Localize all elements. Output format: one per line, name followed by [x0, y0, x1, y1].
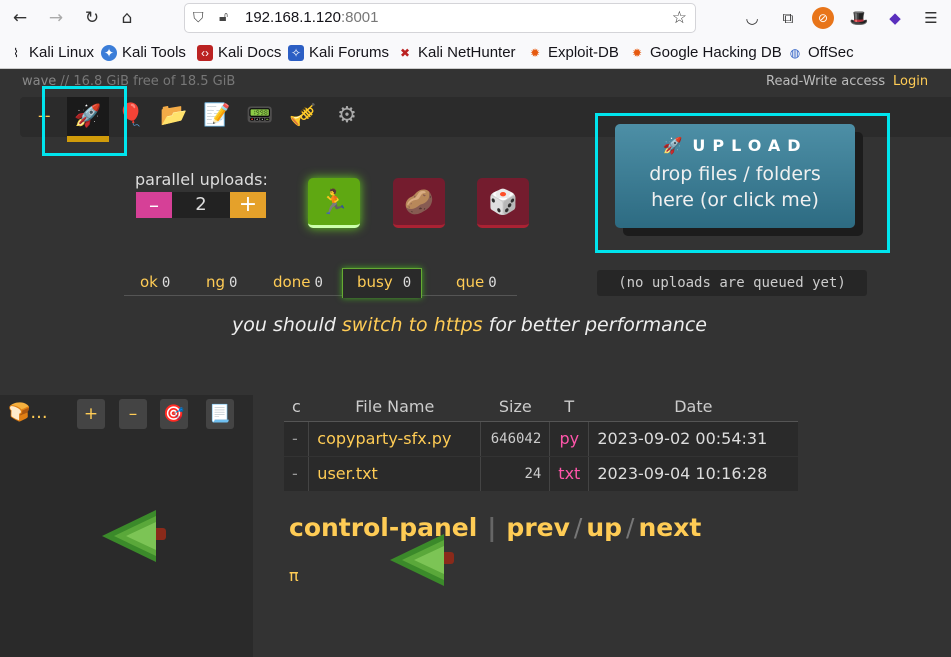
- ghdb-icon: ✹: [631, 45, 643, 60]
- dice-icon: 🎲: [488, 187, 518, 216]
- offsec-icon: ◍: [789, 45, 801, 60]
- addon-cookie-icon[interactable]: ⊘: [812, 7, 834, 29]
- tab-busy[interactable]: busy 0: [342, 268, 423, 298]
- home-icon[interactable]: ⌂: [114, 6, 140, 30]
- kali-tools-icon: ✦: [101, 44, 117, 61]
- kali-dragon-icon: ⌇: [13, 45, 19, 60]
- bookmark-star-icon[interactable]: ☆: [672, 8, 687, 28]
- tree-root-crumb[interactable]: 🍞...: [8, 402, 48, 423]
- forward-icon[interactable]: →: [43, 6, 69, 30]
- nav-slash: /: [626, 513, 635, 542]
- table-header-row: c File Name Size T Date: [284, 393, 798, 422]
- tree-list-button[interactable]: 📃: [206, 399, 234, 429]
- extensions-icon[interactable]: ⧉: [777, 7, 799, 29]
- col-header-type[interactable]: T: [549, 393, 589, 422]
- switch-to-https-link[interactable]: switch to https: [342, 314, 483, 336]
- parallel-value[interactable]: 2: [172, 192, 230, 218]
- tree-collapse-button[interactable]: –: [119, 399, 147, 429]
- tree-spinner-icon: [102, 510, 166, 562]
- parallel-increase-button[interactable]: +: [230, 192, 266, 218]
- highlight-box-rocket: [42, 86, 127, 156]
- text-editor-tab-icon[interactable]: 📝: [196, 97, 238, 133]
- file-name-link[interactable]: copyparty-sfx.py: [308, 421, 482, 457]
- tab-done[interactable]: done 0: [273, 273, 323, 291]
- back-icon[interactable]: ←: [7, 6, 33, 30]
- address-bar[interactable]: ⛉ 🔓︎ 192.168.1.120:8001 ☆: [184, 3, 696, 33]
- col-header-size[interactable]: Size: [480, 393, 550, 422]
- parallel-decrease-button[interactable]: –: [136, 192, 172, 218]
- potato-mode-button[interactable]: 🥔: [393, 178, 445, 228]
- kali-forums-icon: ✧: [288, 44, 304, 61]
- parallel-uploads-stepper: – 2 +: [136, 192, 266, 218]
- bookmarks-bar: ⌇ Kali Linux ✦ Kali Tools ‹› Kali Docs ✧ Kal…: [0, 36, 951, 69]
- access-level: Read-Write access: [766, 74, 886, 89]
- bookmark-ghdb[interactable]: ✹ Google Hacking DB: [629, 44, 782, 61]
- file-size: 646042: [480, 421, 551, 457]
- tab-que[interactable]: que 0: [456, 273, 497, 291]
- prev-link[interactable]: prev: [506, 513, 569, 542]
- menu-icon[interactable]: ☰: [920, 7, 942, 29]
- col-header-name[interactable]: File Name: [308, 393, 481, 422]
- bookmark-kali-linux[interactable]: ⌇ Kali Linux: [8, 44, 94, 61]
- parallel-uploads-label: parallel uploads:: [135, 170, 268, 189]
- pocket-icon[interactable]: ◡: [741, 7, 763, 29]
- file-size: 24: [480, 456, 551, 492]
- tree-toolbar: 🍞... + – 🎯 📃: [0, 395, 253, 433]
- trumpet-tab-icon[interactable]: 🎺: [282, 97, 324, 133]
- tree-target-button[interactable]: 🎯: [160, 399, 188, 429]
- bookmark-offsec[interactable]: ◍ OffSec: [787, 44, 854, 61]
- table-row[interactable]: - user.txt 24 txt 2023-09-04 10:16:28: [284, 456, 798, 492]
- control-panel-link[interactable]: control-panel: [289, 513, 477, 542]
- pi-link[interactable]: π: [289, 566, 299, 585]
- upload-status-tabs: ok 0 ng 0 done 0 busy 0 que 0: [124, 268, 517, 298]
- file-type: txt: [549, 456, 590, 492]
- bookmark-kali-tools[interactable]: ✦ Kali Tools: [101, 44, 186, 61]
- file-listing-table: c File Name Size T Date - copyparty-sfx.…: [284, 393, 798, 492]
- kali-docs-icon: ‹›: [197, 44, 213, 61]
- row-checkbox[interactable]: -: [284, 456, 310, 492]
- runner-icon: 🏃: [319, 187, 349, 216]
- terminal-tab-icon[interactable]: 📟: [239, 97, 281, 133]
- dice-mode-button[interactable]: 🎲: [477, 178, 529, 228]
- tab-ng[interactable]: ng 0: [206, 273, 237, 291]
- bookmark-kali-nethunter[interactable]: ✖ Kali NetHunter: [397, 44, 516, 61]
- nethunter-icon: ✖: [399, 45, 411, 60]
- highlight-box-upload: [595, 113, 890, 253]
- exploit-db-icon: ✹: [529, 45, 541, 60]
- tracking-shield-icon[interactable]: ⛉: [193, 10, 204, 26]
- reload-icon[interactable]: ↻: [79, 6, 105, 30]
- login-link[interactable]: Login: [893, 74, 928, 89]
- upload-queue-status: (no uploads are queued yet): [597, 270, 867, 296]
- browser-toolbar: ← → ↻ ⌂ ⛉ 🔓︎ 192.168.1.120:8001 ☆ ◡ ⧉ ⊘ …: [0, 0, 951, 36]
- table-row[interactable]: - copyparty-sfx.py 646042 py 2023-09-02 …: [284, 421, 798, 457]
- navigation-row: control-panel | prev / up / next: [289, 513, 701, 542]
- file-date: 2023-09-04 10:16:28: [588, 456, 798, 492]
- col-header-c[interactable]: c: [284, 393, 309, 422]
- tree-expand-button[interactable]: +: [77, 399, 105, 429]
- folder-tab-icon[interactable]: 📂: [153, 97, 195, 133]
- bookmark-exploit-db[interactable]: ✹ Exploit-DB: [527, 44, 619, 61]
- file-type: py: [549, 421, 590, 457]
- bookmark-kali-forums[interactable]: ✧ Kali Forums: [288, 44, 389, 61]
- https-notice: you should switch to https for better perf…: [232, 314, 707, 336]
- nav-divider: |: [487, 513, 497, 542]
- settings-gear-icon[interactable]: ⚙: [326, 97, 368, 133]
- url-text[interactable]: 192.168.1.120:8001: [245, 9, 378, 26]
- file-name-link[interactable]: user.txt: [308, 456, 482, 492]
- next-link[interactable]: next: [638, 513, 701, 542]
- potato-icon: 🥔: [404, 187, 434, 216]
- runner-mode-button[interactable]: 🏃: [308, 178, 360, 228]
- bookmark-kali-docs[interactable]: ‹› Kali Docs: [197, 44, 281, 61]
- up-link[interactable]: up: [586, 513, 622, 542]
- file-date: 2023-09-02 00:54:31: [588, 421, 798, 457]
- addon-hat-icon[interactable]: 🎩: [848, 7, 870, 29]
- nav-slash: /: [573, 513, 583, 542]
- row-checkbox[interactable]: -: [284, 421, 310, 457]
- insecure-lock-icon[interactable]: 🔓︎: [219, 9, 228, 25]
- tab-ok[interactable]: ok 0: [140, 273, 170, 291]
- col-header-date[interactable]: Date: [588, 393, 798, 422]
- addon-diamond-icon[interactable]: ◆: [884, 7, 906, 29]
